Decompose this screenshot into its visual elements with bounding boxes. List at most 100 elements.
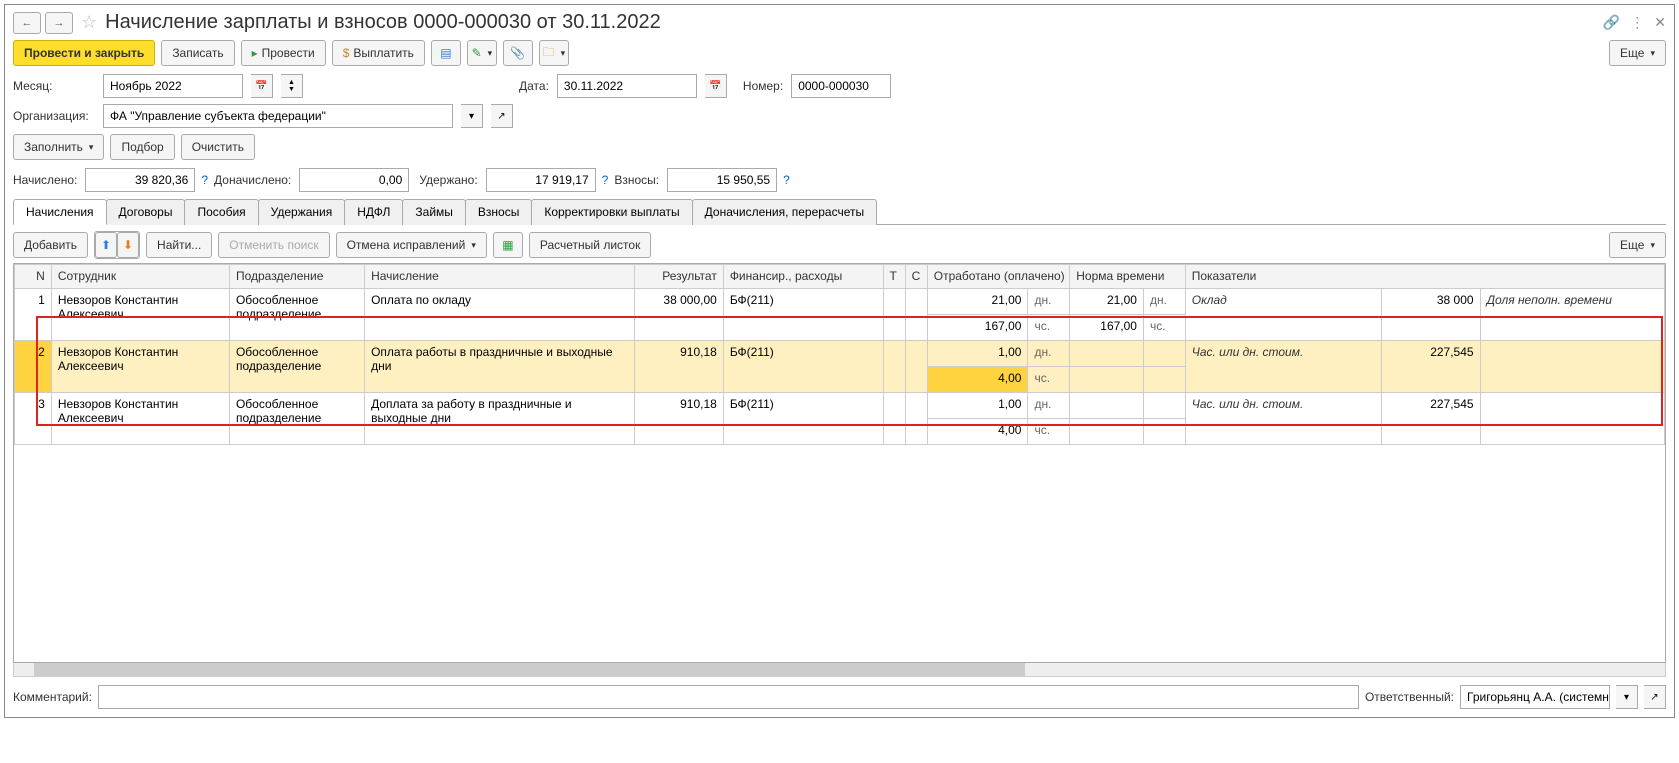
table-row[interactable]: 2Невзоров Константин АлексеевичОбособлен… (15, 341, 1665, 367)
addl-value: 0,00 (299, 168, 409, 192)
close-icon[interactable]: ✕ (1654, 14, 1666, 31)
date-calendar-button[interactable]: 📅 (705, 74, 727, 98)
tab-contracts[interactable]: Договоры (106, 199, 186, 225)
tab-loans[interactable]: Займы (402, 199, 466, 225)
pay-button[interactable]: $Выплатить (332, 40, 425, 66)
col-employee[interactable]: Сотрудник (51, 265, 229, 289)
date-label: Дата: (519, 79, 549, 93)
edit-button[interactable]: ✎▾ (467, 40, 497, 66)
paperclip-icon: 📎 (510, 46, 525, 60)
accruals-table[interactable]: N Сотрудник Подразделение Начисление Рез… (13, 263, 1666, 663)
org-dropdown-button[interactable]: ▾ (461, 104, 483, 128)
tab-deductions[interactable]: Удержания (258, 199, 346, 225)
details-button[interactable]: ▦ (493, 232, 523, 258)
responsible-label: Ответственный: (1365, 690, 1454, 704)
accrued-help-icon[interactable]: ? (201, 173, 208, 187)
tab-benefits[interactable]: Пособия (184, 199, 258, 225)
folder-button[interactable]: 🗀▾ (539, 40, 569, 66)
nav-forward-button[interactable]: → (45, 12, 73, 34)
responsible-field[interactable]: Григорьянц А.А. (системн (1460, 685, 1610, 709)
withheld-help-icon[interactable]: ? (602, 173, 609, 187)
link-icon[interactable]: 🔗 (1603, 14, 1620, 31)
org-field[interactable]: ФА "Управление субъекта федерации" (103, 104, 453, 128)
move-down-button[interactable]: ⬇ (117, 232, 139, 258)
col-t[interactable]: Т (883, 265, 905, 289)
date-field[interactable]: 30.11.2022 (557, 74, 697, 98)
table-toolbar: Добавить ⬆ ⬇ Найти... Отменить поиск Отм… (13, 231, 1666, 259)
report-button[interactable]: ▤ (431, 40, 461, 66)
pencil-icon: ✎ (472, 46, 482, 60)
fill-toolbar: Заполнить▾ Подбор Очистить (13, 134, 1666, 160)
col-indicators[interactable]: Показатели (1185, 265, 1664, 289)
more-menu-icon[interactable]: ⋮ (1630, 14, 1644, 31)
cancel-find-button[interactable]: Отменить поиск (218, 232, 329, 258)
folder-icon: 🗀 (543, 43, 555, 64)
more-button[interactable]: Еще▾ (1609, 40, 1666, 66)
tabs: Начисления Договоры Пособия Удержания НД… (13, 198, 1666, 225)
attach-button[interactable]: 📎 (503, 40, 533, 66)
tab-contributions[interactable]: Взносы (465, 199, 532, 225)
grid-icon: ▦ (502, 238, 513, 252)
month-calendar-button[interactable]: 📅 (251, 74, 273, 98)
org-open-button[interactable]: ↗ (491, 104, 513, 128)
col-worked[interactable]: Отработано (оплачено) (927, 265, 1070, 289)
tab-accruals[interactable]: Начисления (13, 199, 107, 225)
month-spinner-button[interactable]: ▲▼ (281, 74, 303, 98)
post-button[interactable]: ▸Провести (241, 40, 326, 66)
post-and-close-button[interactable]: Провести и закрыть (13, 40, 155, 66)
col-n[interactable]: N (15, 265, 52, 289)
withheld-value: 17 919,17 (486, 168, 596, 192)
money-icon: $ (343, 46, 350, 60)
report-icon: ▤ (440, 46, 451, 60)
responsible-open-button[interactable]: ↗ (1644, 685, 1666, 709)
form-row-org: Организация: ФА "Управление субъекта фед… (13, 104, 1666, 128)
col-norm[interactable]: Норма времени (1070, 265, 1185, 289)
totals-row: Начислено: 39 820,36 ? Доначислено: 0,00… (13, 168, 1666, 192)
contrib-label: Взносы: (614, 173, 659, 187)
fill-button[interactable]: Заполнить▾ (13, 134, 104, 160)
month-field[interactable]: Ноябрь 2022 (103, 74, 243, 98)
accrued-label: Начислено: (13, 173, 77, 187)
clear-button[interactable]: Очистить (181, 134, 255, 160)
col-result[interactable]: Результат (635, 265, 723, 289)
responsible-dropdown-button[interactable]: ▾ (1616, 685, 1638, 709)
month-label: Месяц: (13, 79, 95, 93)
withheld-label: Удержано: (419, 173, 477, 187)
col-finance[interactable]: Финансир., расходы (723, 265, 883, 289)
table-row[interactable]: 1Невзоров Константин АлексеевичОбособлен… (15, 289, 1665, 315)
table-row[interactable]: 3Невзоров Константин АлексеевичОбособлен… (15, 393, 1665, 419)
favorite-star-icon[interactable]: ☆ (81, 12, 97, 33)
select-button[interactable]: Подбор (110, 134, 174, 160)
find-button[interactable]: Найти... (146, 232, 212, 258)
comment-label: Комментарий: (13, 690, 92, 704)
col-accrual[interactable]: Начисление (365, 265, 635, 289)
tab-recalc[interactable]: Доначисления, перерасчеты (692, 199, 877, 225)
add-row-button[interactable]: Добавить (13, 232, 88, 258)
bottom-row: Комментарий: Ответственный: Григорьянц А… (13, 685, 1666, 709)
nav-back-button[interactable]: ← (13, 12, 41, 34)
number-label: Номер: (743, 79, 783, 93)
window-title: Начисление зарплаты и взносов 0000-00003… (105, 11, 1599, 34)
main-toolbar: Провести и закрыть Записать ▸Провести $В… (13, 40, 1666, 66)
org-label: Организация: (13, 109, 95, 123)
number-field[interactable]: 0000-000030 (791, 74, 891, 98)
post-icon: ▸ (252, 46, 258, 60)
col-c[interactable]: С (905, 265, 927, 289)
table-header-row: N Сотрудник Подразделение Начисление Рез… (15, 265, 1665, 289)
move-up-button[interactable]: ⬆ (95, 232, 117, 258)
tab-ndfl[interactable]: НДФЛ (344, 199, 403, 225)
contrib-value: 15 950,55 (667, 168, 777, 192)
cancel-corrections-button[interactable]: Отмена исправлений▾ (336, 232, 487, 258)
tab-corrections[interactable]: Корректировки выплаты (531, 199, 692, 225)
form-row-period: Месяц: Ноябрь 2022 📅 ▲▼ Дата: 30.11.2022… (13, 74, 1666, 98)
accrued-value: 39 820,36 (85, 168, 195, 192)
horizontal-scrollbar[interactable] (13, 663, 1666, 677)
payslip-button[interactable]: Расчетный листок (529, 232, 651, 258)
save-button[interactable]: Записать (161, 40, 234, 66)
addl-label: Доначислено: (214, 173, 291, 187)
table-more-button[interactable]: Еще▾ (1609, 232, 1666, 258)
contrib-help-icon[interactable]: ? (783, 173, 790, 187)
col-department[interactable]: Подразделение (229, 265, 364, 289)
comment-input[interactable] (98, 685, 1359, 709)
titlebar: ← → ☆ Начисление зарплаты и взносов 0000… (13, 11, 1666, 34)
